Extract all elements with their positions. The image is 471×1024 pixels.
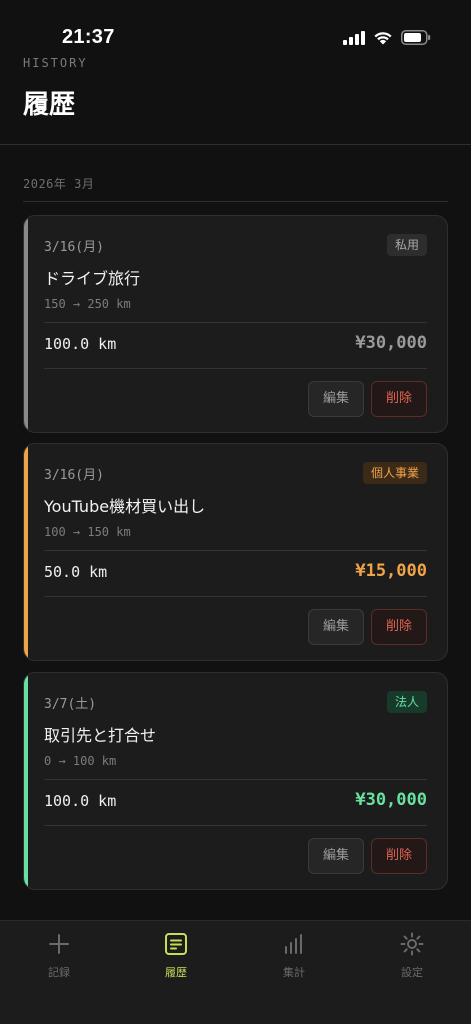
card-accent-bar bbox=[24, 673, 28, 889]
record-distance: 100.0 km bbox=[44, 792, 117, 810]
record-card[interactable]: 3/7(土) 法人 取引先と打合せ 0 → 100 km 100.0 km ¥3… bbox=[23, 672, 448, 890]
record-date: 3/16(月) bbox=[44, 468, 104, 483]
record-route: 0 → 100 km bbox=[44, 754, 117, 768]
divider bbox=[44, 825, 427, 826]
edit-button[interactable]: 編集 bbox=[308, 381, 364, 417]
record-distance: 50.0 km bbox=[44, 563, 108, 581]
cellular-signal-icon bbox=[343, 30, 365, 45]
record-date: 3/16(月) bbox=[44, 240, 104, 255]
gear-icon bbox=[400, 932, 424, 956]
record-title: ドライブ旅行 bbox=[44, 269, 141, 288]
record-amount: ¥30,000 bbox=[355, 333, 427, 353]
bar-chart-icon bbox=[285, 934, 302, 954]
tab-label: 設定 bbox=[401, 966, 423, 979]
category-badge: 法人 bbox=[386, 691, 427, 713]
divider bbox=[44, 322, 427, 323]
wifi-icon bbox=[374, 31, 392, 44]
record-title: YouTube機材買い出し bbox=[44, 497, 206, 516]
plus-icon bbox=[49, 934, 69, 954]
tab-record[interactable]: 記録 bbox=[19, 931, 99, 991]
divider bbox=[44, 779, 427, 780]
tab-label: 履歴 bbox=[165, 966, 187, 979]
delete-button[interactable]: 削除 bbox=[371, 838, 427, 874]
tab-label: 記録 bbox=[48, 966, 70, 979]
month-divider bbox=[23, 201, 448, 202]
tab-label: 集計 bbox=[283, 966, 305, 979]
card-accent-bar bbox=[24, 444, 28, 660]
bottom-tab-bar: 記録 履歴 集計 設定 bbox=[0, 920, 471, 1024]
record-card[interactable]: 3/16(月) 私用 ドライブ旅行 150 → 250 km 100.0 km … bbox=[23, 215, 448, 433]
month-label: 2026年 3月 bbox=[23, 177, 95, 191]
divider bbox=[44, 596, 427, 597]
status-time: 21:37 bbox=[62, 26, 115, 48]
divider bbox=[44, 550, 427, 551]
edit-button[interactable]: 編集 bbox=[308, 838, 364, 874]
record-amount: ¥15,000 bbox=[355, 561, 427, 581]
record-title: 取引先と打合せ bbox=[44, 726, 157, 745]
page-subtitle: HISTORY bbox=[23, 56, 88, 70]
delete-button[interactable]: 削除 bbox=[371, 609, 427, 645]
record-date: 3/7(土) bbox=[44, 697, 97, 712]
divider bbox=[44, 368, 427, 369]
delete-button[interactable]: 削除 bbox=[371, 381, 427, 417]
category-badge: 個人事業 bbox=[362, 462, 427, 484]
history-list-icon bbox=[165, 933, 187, 955]
category-badge: 私用 bbox=[386, 234, 427, 256]
status-icons bbox=[343, 30, 431, 45]
record-distance: 100.0 km bbox=[44, 335, 117, 353]
record-card[interactable]: 3/16(月) 個人事業 YouTube機材買い出し 100 → 150 km … bbox=[23, 443, 448, 661]
tab-settings[interactable]: 設定 bbox=[372, 931, 452, 991]
tab-history[interactable]: 履歴 bbox=[136, 931, 216, 991]
card-accent-bar bbox=[24, 216, 28, 432]
page-header: HISTORY 履歴 bbox=[0, 56, 471, 145]
record-amount: ¥30,000 bbox=[355, 790, 427, 810]
status-bar: 21:37 bbox=[0, 0, 471, 56]
tab-summary[interactable]: 集計 bbox=[254, 931, 334, 991]
page-title: 履歴 bbox=[23, 90, 76, 120]
record-route: 150 → 250 km bbox=[44, 297, 131, 311]
record-route: 100 → 150 km bbox=[44, 525, 131, 539]
edit-button[interactable]: 編集 bbox=[308, 609, 364, 645]
battery-icon bbox=[401, 30, 431, 45]
